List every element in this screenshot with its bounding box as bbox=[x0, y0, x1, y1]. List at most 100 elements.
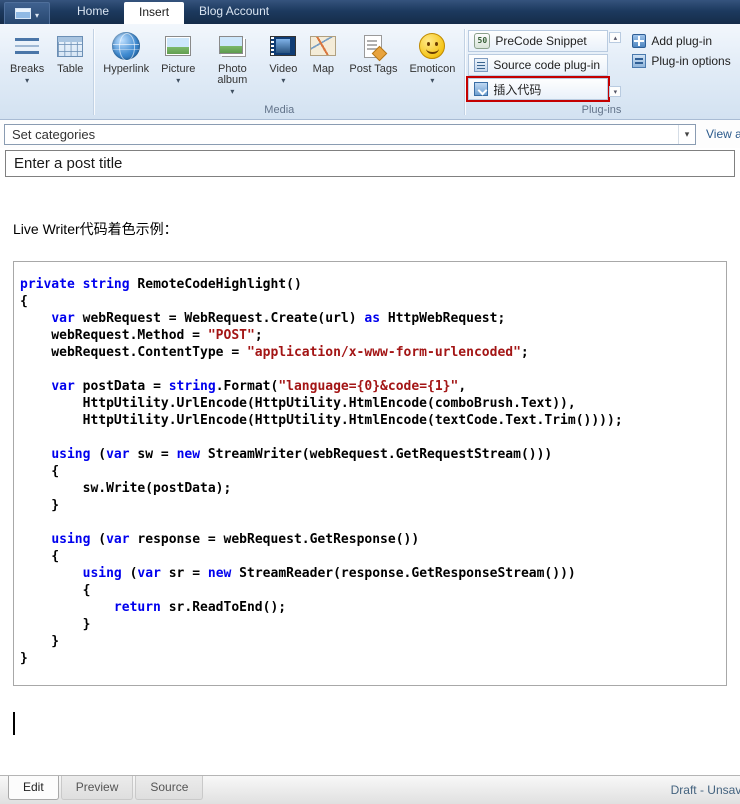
photo-album-icon bbox=[218, 35, 243, 54]
chevron-down-icon[interactable] bbox=[281, 77, 285, 84]
breaks-icon bbox=[15, 36, 40, 56]
code-token: using bbox=[82, 566, 122, 581]
code-token: ; bbox=[520, 345, 529, 360]
code-line: { bbox=[20, 548, 716, 565]
breaks-button[interactable]: Breaks bbox=[4, 26, 50, 103]
code-token: string bbox=[82, 277, 130, 292]
code-token: HttpUtility.UrlEncode(HttpUtility.HtmlEn… bbox=[20, 396, 576, 411]
code-token: StreamWriter(webRequest.GetRequestStream… bbox=[200, 447, 553, 462]
plugins-group-label: Plug-ins bbox=[581, 104, 622, 116]
code-token: } bbox=[20, 617, 91, 632]
code-token: postData = bbox=[74, 379, 169, 394]
ribbon-tabs: Home Insert Blog Account bbox=[62, 0, 284, 24]
code-token: new bbox=[176, 447, 201, 462]
view-tab-edit[interactable]: Edit bbox=[8, 776, 59, 800]
draft-status-text: Draft - Unsave bbox=[670, 783, 740, 797]
gallery-scroll bbox=[609, 32, 622, 97]
code-line: sw.Write(postData); bbox=[20, 480, 716, 497]
code-token: } bbox=[20, 634, 60, 649]
code-token: { bbox=[20, 549, 60, 564]
add-plugin-label: Add plug-in bbox=[651, 34, 713, 48]
video-button[interactable]: Video bbox=[263, 26, 303, 103]
post-intro-text: Live Writer代码着色示例： bbox=[13, 221, 178, 237]
code-token: "POST" bbox=[207, 328, 255, 343]
table-button[interactable]: Table bbox=[50, 26, 90, 103]
plugin-options-icon bbox=[632, 54, 647, 68]
code-token: ( bbox=[121, 566, 138, 581]
precode-snippet-button[interactable]: PreCode Snippet bbox=[468, 30, 609, 52]
post-tags-label: Post Tags bbox=[349, 63, 398, 75]
tab-blog-account[interactable]: Blog Account bbox=[184, 0, 284, 24]
code-token: var bbox=[51, 311, 75, 326]
code-line: } bbox=[20, 633, 716, 650]
set-categories-dropdown[interactable]: Set categories bbox=[4, 123, 696, 145]
view-all-link[interactable]: View a bbox=[706, 127, 740, 141]
chevron-down-icon[interactable] bbox=[176, 77, 180, 84]
media-group: Hyperlink Picture Photo album Video bbox=[95, 25, 463, 119]
code-token: var bbox=[51, 379, 75, 394]
post-body-editor[interactable]: Live Writer代码着色示例： private string Remote… bbox=[0, 181, 740, 775]
app-window-icon bbox=[14, 8, 31, 19]
app-menu-button[interactable] bbox=[4, 2, 50, 24]
post-title-input[interactable] bbox=[5, 150, 735, 177]
view-tab-preview[interactable]: Preview bbox=[60, 776, 134, 800]
picture-label: Picture bbox=[161, 63, 196, 75]
insert-code-button[interactable]: 插入代码 bbox=[466, 76, 611, 102]
code-token: as bbox=[364, 311, 381, 326]
photo-album-button[interactable]: Photo album bbox=[201, 26, 263, 103]
add-plugin-button[interactable]: Add plug-in bbox=[632, 34, 730, 48]
insert-code-icon bbox=[474, 82, 489, 96]
plugin-options-label: Plug-in options bbox=[651, 54, 731, 68]
chevron-down-icon[interactable] bbox=[25, 77, 29, 84]
tab-insert[interactable]: Insert bbox=[124, 2, 185, 24]
code-token: { bbox=[20, 464, 60, 479]
code-token: "language={0}&code={1}" bbox=[278, 379, 459, 394]
source-code-plugin-button[interactable]: Source code plug-in bbox=[468, 54, 609, 76]
code-line: { bbox=[20, 582, 716, 599]
code-line: HttpUtility.UrlEncode(HttpUtility.HtmlEn… bbox=[20, 412, 716, 429]
code-block: private string RemoteCodeHighlight(){ va… bbox=[13, 261, 727, 686]
break-group-label bbox=[4, 103, 90, 118]
code-token: using bbox=[51, 447, 91, 462]
set-categories-value: Set categories bbox=[12, 126, 96, 142]
hyperlink-button[interactable]: Hyperlink bbox=[97, 26, 155, 103]
picture-icon bbox=[165, 36, 192, 56]
code-line: { bbox=[20, 293, 716, 310]
emoticon-button[interactable]: Emoticon bbox=[403, 26, 461, 103]
plugin-options-button[interactable]: Plug-in options bbox=[632, 54, 731, 68]
chevron-down-icon[interactable] bbox=[230, 88, 234, 95]
code-token: response = webRequest.GetResponse()) bbox=[129, 532, 420, 547]
post-tags-icon bbox=[364, 34, 383, 58]
code-line: var webRequest = WebRequest.Create(url) … bbox=[20, 310, 716, 327]
precode-snippet-label: PreCode Snippet bbox=[495, 34, 587, 48]
picture-button[interactable]: Picture bbox=[155, 26, 201, 103]
chevron-down-icon[interactable] bbox=[430, 77, 434, 84]
code-token: sw.Write(postData); bbox=[20, 481, 232, 496]
categories-row: Set categories View a bbox=[0, 120, 740, 148]
code-line: webRequest.Method = "POST"; bbox=[20, 327, 716, 344]
code-token: } bbox=[20, 498, 60, 513]
post-tags-button[interactable]: Post Tags bbox=[343, 26, 403, 103]
chevron-down-icon bbox=[35, 5, 39, 23]
view-tab-source[interactable]: Source bbox=[135, 776, 204, 800]
code-token: ; bbox=[254, 328, 263, 343]
code-line: var postData = string.Format("language={… bbox=[20, 378, 716, 395]
table-label: Table bbox=[57, 63, 84, 75]
map-label: Map bbox=[312, 63, 335, 75]
photo-album-label: Photo album bbox=[217, 63, 248, 86]
text-caret bbox=[13, 712, 15, 735]
code-token: var bbox=[106, 532, 130, 547]
code-line: using (var sr = new StreamReader(respons… bbox=[20, 565, 716, 582]
gallery-scroll-up-icon[interactable] bbox=[609, 32, 622, 43]
dropdown-arrow-icon[interactable] bbox=[678, 124, 695, 144]
map-button[interactable]: Map bbox=[303, 26, 343, 103]
gallery-scroll-down-icon[interactable] bbox=[609, 86, 622, 97]
tab-home[interactable]: Home bbox=[62, 0, 124, 24]
code-token: var bbox=[137, 566, 161, 581]
